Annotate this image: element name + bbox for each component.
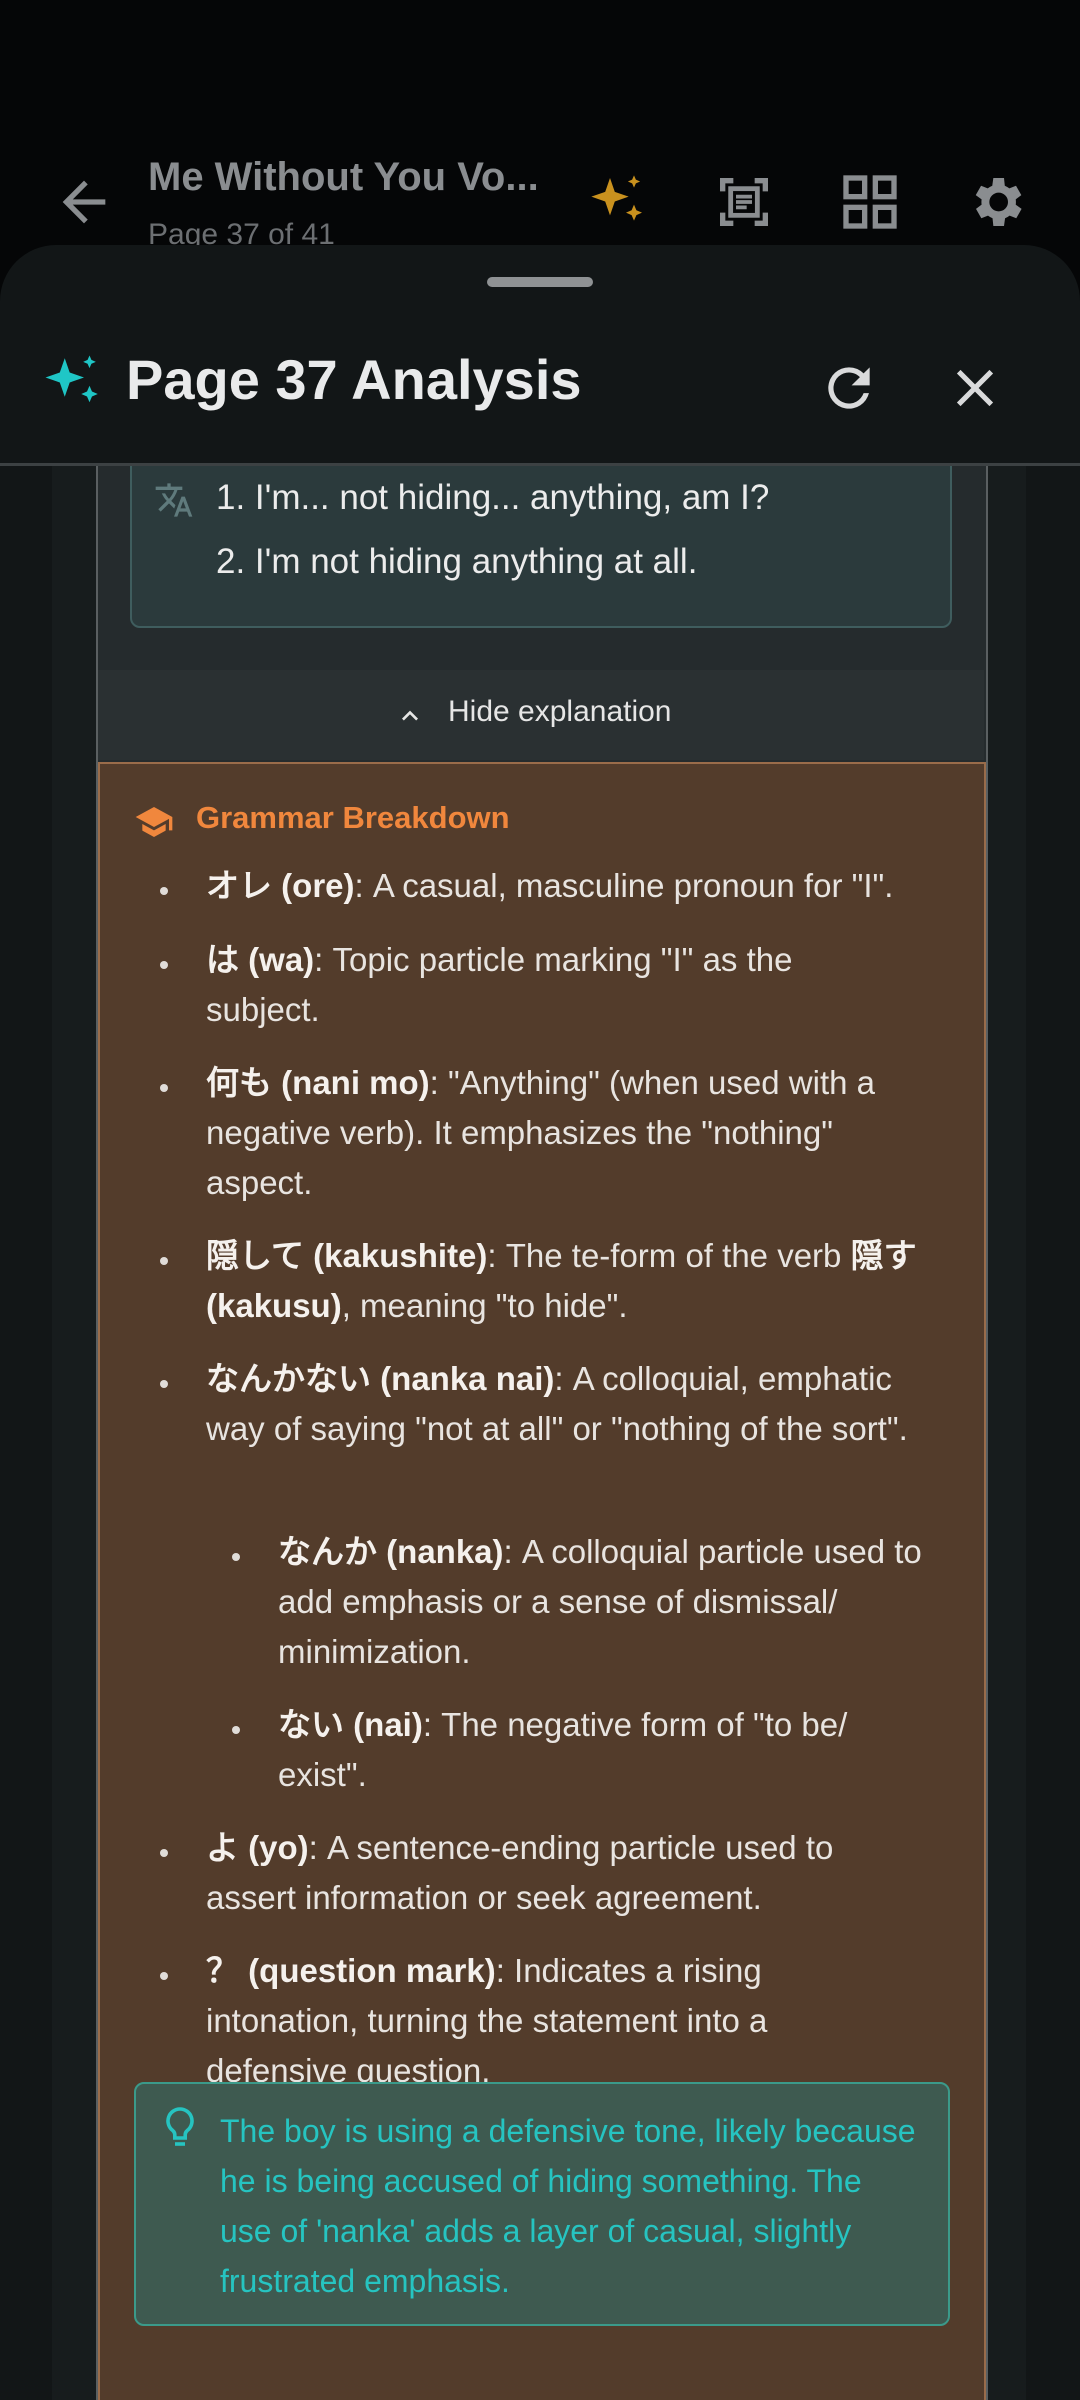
book-title: Me Without You Vo... — [148, 155, 539, 199]
lightbulb-icon — [166, 2107, 194, 2146]
bullet — [160, 1849, 168, 1857]
sheet-title: Page 37 Analysis — [126, 348, 582, 411]
grammar-subitem: なんか (nanka): A colloquial particle used … — [278, 1527, 948, 1677]
sparkle-icon[interactable] — [586, 170, 650, 234]
close-icon[interactable] — [944, 357, 1006, 419]
grammar-term: なんか (nanka) — [278, 1533, 504, 1570]
bullet — [160, 1380, 168, 1388]
bullet — [160, 1972, 168, 1980]
hide-explanation-label: Hide explanation — [448, 695, 672, 728]
app-bar: Me Without You Vo... Page 37 of 41 — [0, 0, 1080, 260]
bullet — [232, 1553, 240, 1561]
bullet — [160, 1257, 168, 1265]
grammar-desc: : The te-form of the verb — [487, 1237, 851, 1274]
tip-text: The boy is using a defensive tone, likel… — [220, 2113, 916, 2299]
back-arrow-icon[interactable] — [52, 170, 116, 234]
grammar-term: は (wa) — [206, 941, 315, 978]
translation-line: 2. I'm not hiding anything at all. — [216, 542, 698, 581]
grammar-term: ない (nai) — [278, 1706, 423, 1743]
grammar-term: オレ (ore) — [206, 867, 355, 904]
translate-icon — [155, 483, 193, 517]
translation-box: 1. I'm... not hiding... anything, am I? … — [130, 466, 952, 628]
grammar-item: なんかない (nanka nai): A colloquial, emphati… — [206, 1354, 946, 1454]
grammar-term: 隠して (kakushite) — [206, 1237, 488, 1274]
grammar-term: ？ (question mark) — [206, 1952, 496, 1989]
grammar-item: オレ (ore): A casual, masculine pronoun fo… — [206, 861, 966, 911]
grammar-desc: , meaning "to hide". — [341, 1287, 628, 1324]
graduation-cap-icon — [135, 807, 173, 837]
drag-handle[interactable] — [487, 277, 593, 287]
bullet — [160, 1084, 168, 1092]
grammar-item: ？ (question mark): Indicates a rising in… — [206, 1946, 906, 2096]
insight-tip-box: The boy is using a defensive tone, likel… — [134, 2082, 950, 2326]
chevron-up-icon — [402, 710, 418, 721]
grammar-term: なんかない (nanka nai) — [206, 1360, 555, 1397]
grammar-subitem: ない (nai): The negative form of "to be/ e… — [278, 1700, 918, 1800]
grammar-desc: : A casual, masculine pronoun for "I". — [354, 867, 894, 904]
grammar-item: よ (yo): A sentence-ending particle used … — [206, 1823, 906, 1923]
grammar-item: は (wa): Topic particle marking "I" as th… — [206, 935, 846, 1035]
document-scan-icon[interactable] — [712, 170, 776, 234]
grammar-term: よ (yo) — [206, 1829, 309, 1866]
analysis-scroll-area[interactable]: 1. I'm... not hiding... anything, am I? … — [0, 466, 1080, 2400]
bullet — [232, 1726, 240, 1734]
grammar-heading: Grammar Breakdown — [196, 800, 510, 835]
grammar-term: 何も (nani mo) — [206, 1064, 430, 1101]
translation-line: 1. I'm... not hiding... anything, am I? — [216, 478, 770, 517]
grid-icon[interactable] — [838, 170, 902, 234]
analysis-sheet: Page 37 Analysis 1. I'm... not hiding...… — [0, 245, 1080, 2400]
gear-icon[interactable] — [964, 170, 1028, 234]
bullet — [160, 961, 168, 969]
hide-explanation-button[interactable]: Hide explanation — [98, 670, 984, 760]
refresh-icon[interactable] — [818, 357, 880, 419]
sparkle-icon — [45, 355, 98, 403]
bullet — [160, 887, 168, 895]
grammar-item: 隠して (kakushite): The te-form of the verb… — [206, 1231, 926, 1331]
grammar-item: 何も (nani mo): "Anything" (when used with… — [206, 1058, 926, 1208]
grammar-breakdown-panel: Grammar Breakdown オレ (ore): A casual, ma… — [98, 762, 986, 2400]
